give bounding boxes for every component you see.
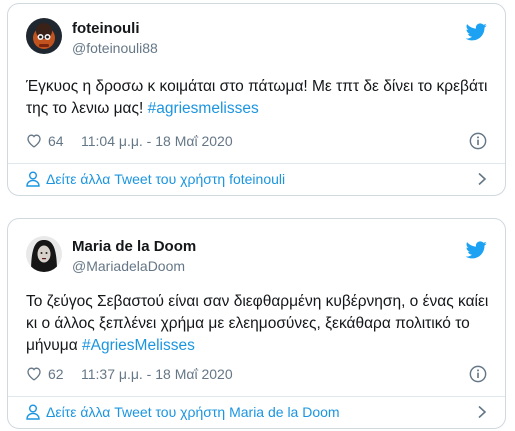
divider	[8, 396, 505, 397]
tweet-text: Το ζεύγος Σεβαστού είναι σαν διεφθαρμένη…	[26, 291, 491, 357]
tweet-header: Maria de la Doom @MariadelaDoom	[26, 235, 487, 283]
chevron-right-icon[interactable]	[477, 172, 487, 186]
display-name[interactable]: Maria de la Doom	[72, 238, 196, 255]
user-handle[interactable]: @MariadelaDoom	[72, 258, 185, 274]
tweet-header: foteinouli @foteinouli88	[26, 17, 487, 65]
timestamp[interactable]: 11:04 μ.μ. - 18 Μαΐ 2020	[81, 133, 233, 149]
twitter-bird-icon[interactable]	[466, 241, 487, 259]
tweet-meta: 64 11:04 μ.μ. - 18 Μαΐ 2020	[26, 132, 487, 152]
like-count: 62	[48, 366, 64, 382]
hashtag-link[interactable]: #agriesmelisses	[148, 100, 259, 117]
tweet-text: Έγκυος η δροσω κ κοιμάται στο πάτωμα! Με…	[26, 76, 491, 120]
info-icon[interactable]	[469, 365, 487, 383]
more-tweets-link[interactable]: Δείτε άλλα Tweet του χρήστη Maria de la …	[26, 402, 487, 424]
person-icon	[26, 171, 40, 187]
timestamp[interactable]: 11:37 μ.μ. - 18 Μαΐ 2020	[81, 366, 233, 382]
tweet-card[interactable]: Maria de la Doom @MariadelaDoom Το ζεύγο…	[7, 218, 506, 429]
tweet-meta: 62 11:37 μ.μ. - 18 Μαΐ 2020	[26, 365, 487, 385]
more-tweets-label[interactable]: Δείτε άλλα Tweet του χρήστη foteinouli	[46, 171, 285, 187]
twitter-bird-icon[interactable]	[466, 23, 487, 41]
more-tweets-label[interactable]: Δείτε άλλα Tweet του χρήστη Maria de la …	[46, 404, 340, 420]
user-handle[interactable]: @foteinouli88	[72, 40, 158, 56]
heart-icon[interactable]	[26, 366, 42, 381]
like-count: 64	[48, 133, 64, 149]
hashtag-link[interactable]: #AgriesMelisses	[82, 337, 195, 354]
avatar[interactable]	[26, 18, 62, 54]
chevron-right-icon[interactable]	[477, 405, 487, 419]
heart-icon[interactable]	[26, 133, 42, 148]
more-tweets-link[interactable]: Δείτε άλλα Tweet του χρήστη foteinouli	[26, 169, 487, 191]
avatar[interactable]	[26, 236, 62, 272]
divider	[8, 163, 505, 164]
tweet-card[interactable]: foteinouli @foteinouli88 Έγκυος η δροσω …	[7, 3, 506, 196]
display-name[interactable]: foteinouli	[72, 20, 140, 37]
info-icon[interactable]	[469, 132, 487, 150]
person-icon	[26, 404, 40, 420]
